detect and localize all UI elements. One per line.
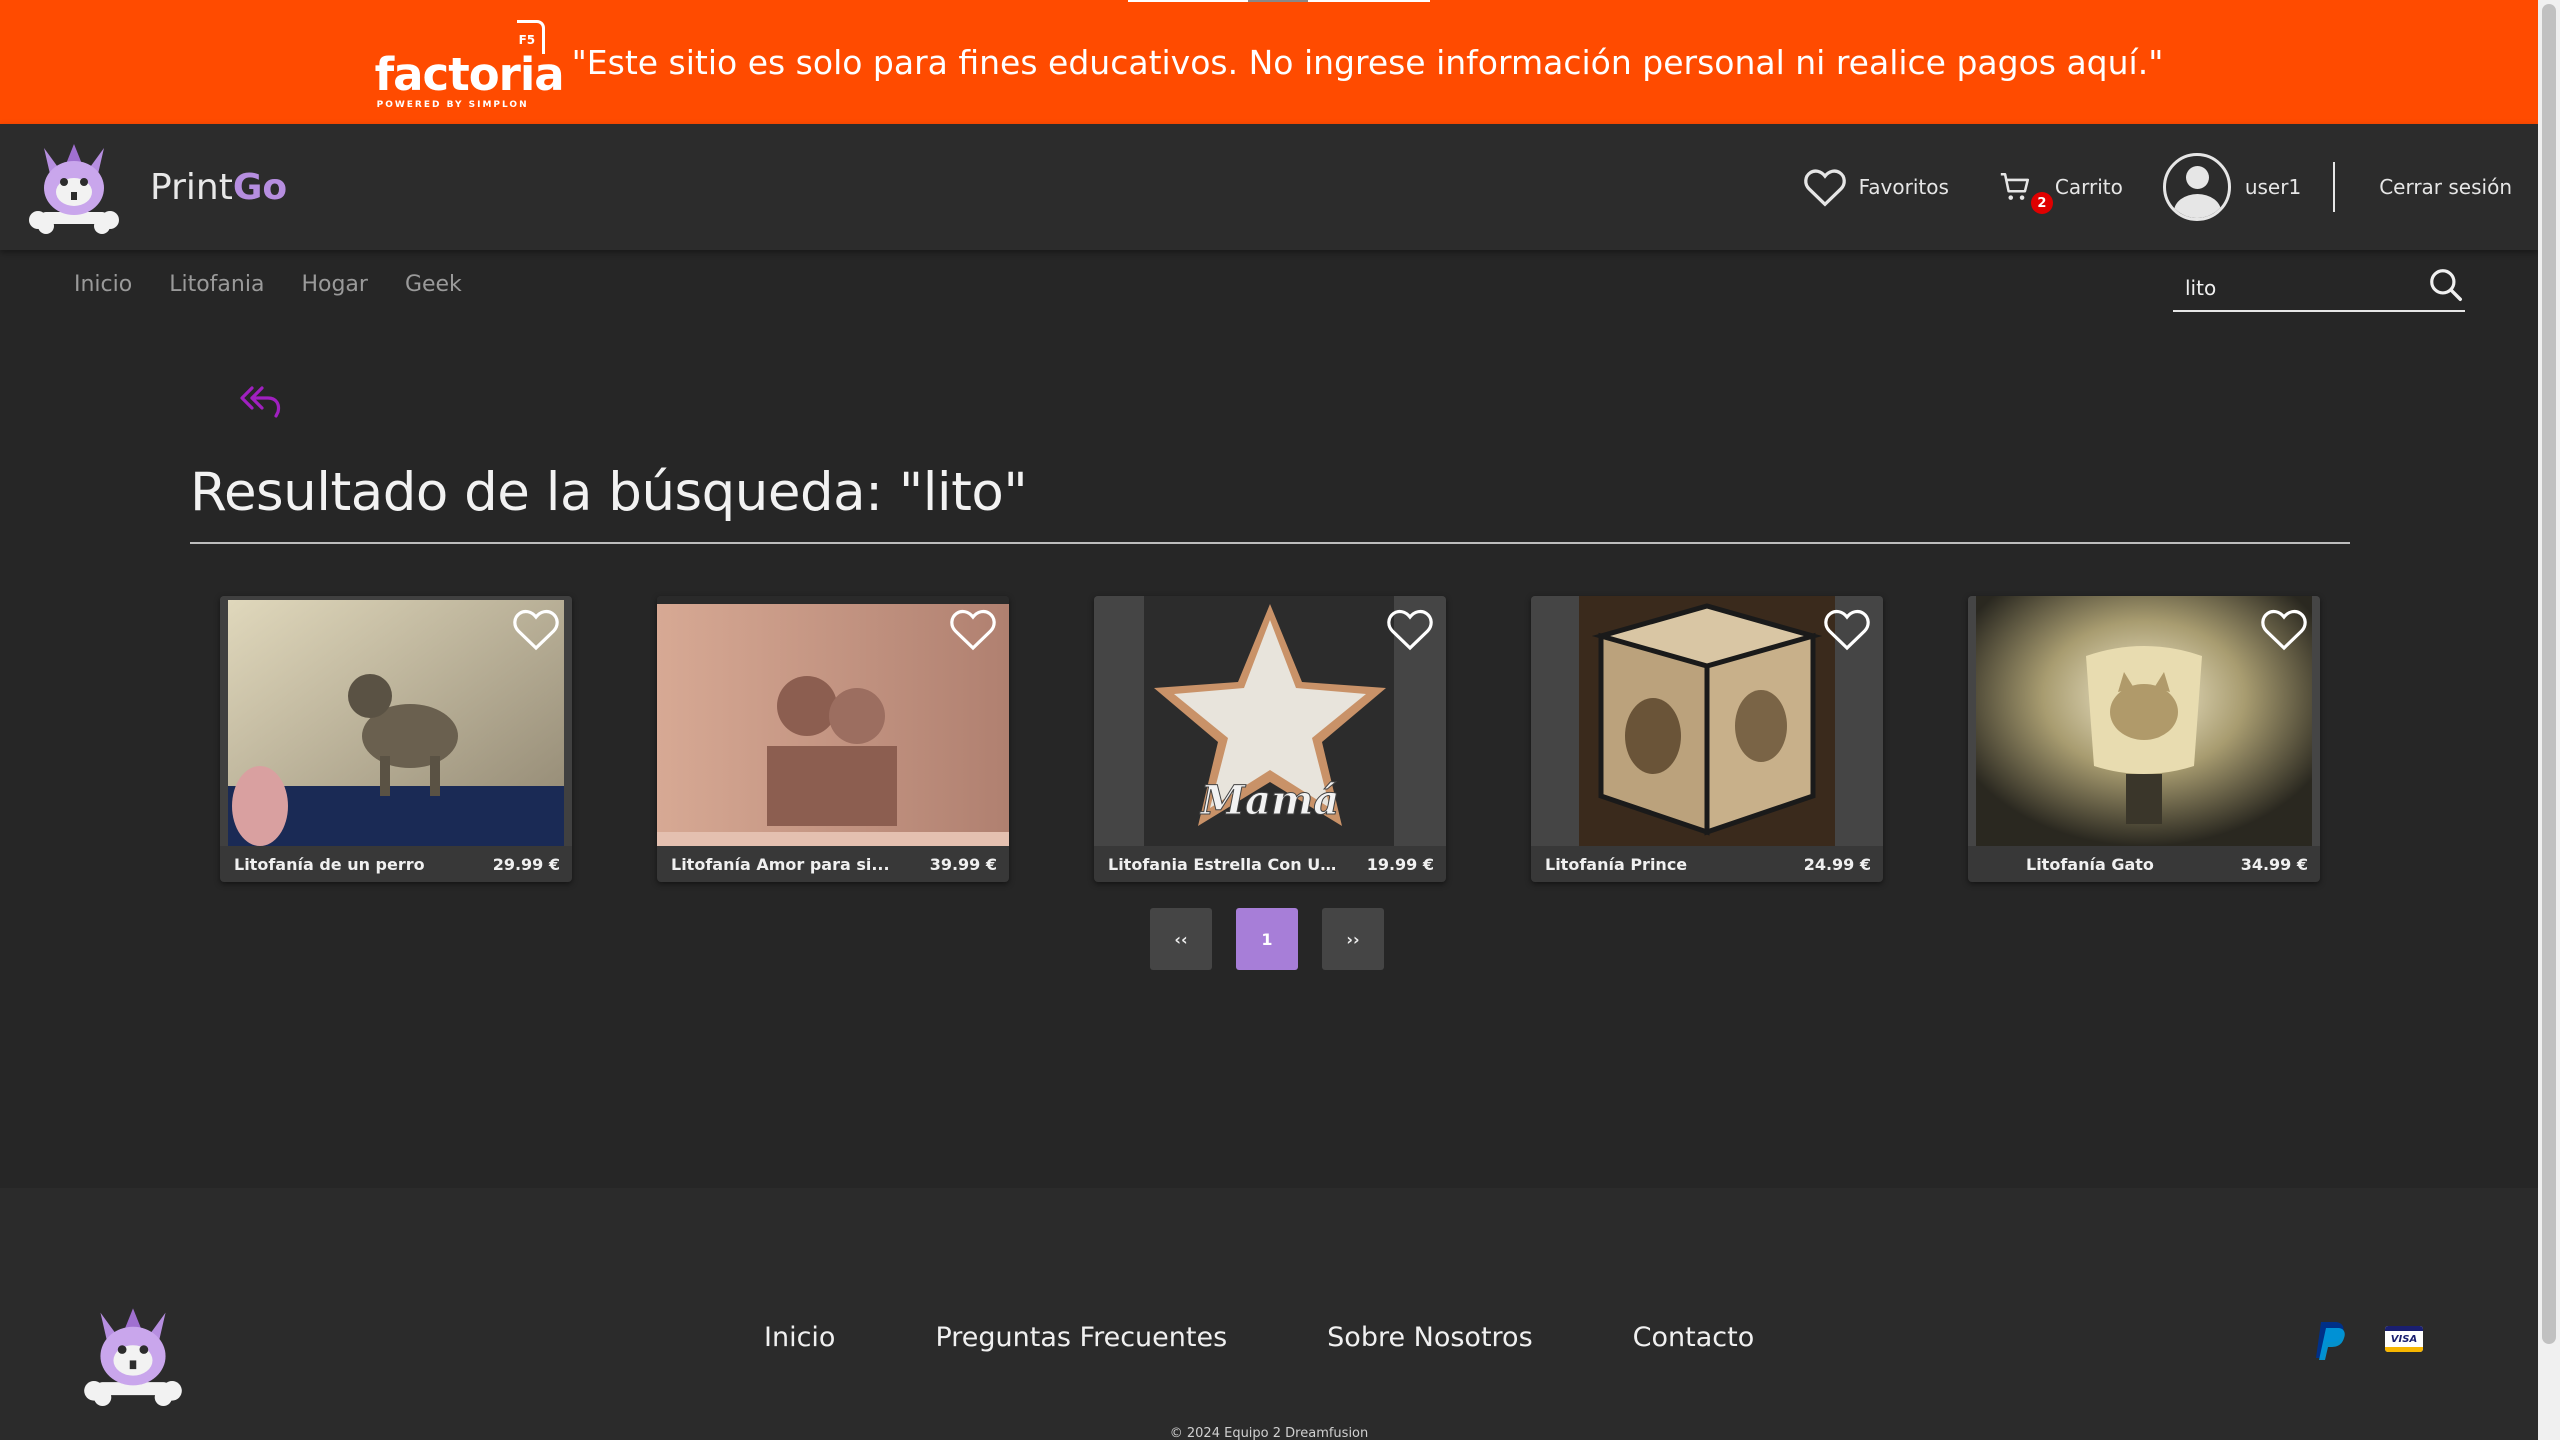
product-name: Litofanía Gato: [2026, 854, 2154, 874]
brand-mascot-logo: [29, 144, 119, 234]
footer-links: Inicio Preguntas Frecuentes Sobre Nosotr…: [764, 1322, 1754, 1353]
username: user1: [2244, 175, 2302, 199]
product-card[interactable]: Litofanía de un perro 29.99 €: [220, 596, 572, 882]
product-name: Litofanía Amor para si...: [671, 854, 890, 874]
footer-link-contact[interactable]: Contacto: [1633, 1322, 1755, 1353]
nav-links: Inicio Litofania Hogar Geek: [74, 272, 462, 297]
heart-icon: [1803, 169, 1846, 207]
brand-name-part1: Print: [150, 166, 233, 208]
site-header: PrintGo Favoritos 2 Carrito user1 Cerrar…: [0, 124, 2538, 250]
user-menu[interactable]: user1: [2162, 153, 2302, 221]
educational-banner: F5 factoria POWERED BY SIMPLON "Este sit…: [0, 0, 2538, 124]
header-divider: [2333, 162, 2336, 212]
header-actions: Favoritos 2 Carrito user1 Cerrar sesión: [1803, 153, 2512, 221]
vertical-scrollbar[interactable]: [2538, 0, 2560, 1440]
product-card[interactable]: Mamá Litofania Estrella Con U... 19.99 €: [1094, 596, 1446, 882]
page-1-button[interactable]: 1: [1236, 908, 1298, 970]
search-icon[interactable]: [2427, 266, 2465, 304]
brand-name: PrintGo: [150, 167, 287, 208]
banner-top-line: [1128, 0, 1430, 2]
nav-item-hogar[interactable]: Hogar: [301, 272, 368, 297]
product-price: 29.99 €: [492, 854, 560, 874]
product-card[interactable]: Litofanía Gato 34.99 €: [1968, 596, 2320, 882]
favorite-heart-icon[interactable]: [1823, 606, 1871, 652]
product-name: Litofania Estrella Con U...: [1108, 854, 1338, 874]
nav-item-inicio[interactable]: Inicio: [74, 272, 132, 297]
pagination: ‹‹ 1 ››: [1150, 908, 1384, 970]
footer-link-faq[interactable]: Preguntas Frecuentes: [935, 1322, 1227, 1353]
product-info: Litofanía de un perro 29.99 €: [220, 846, 572, 882]
product-info: Litofanía Prince 24.99 €: [1531, 846, 1883, 882]
product-name: Litofanía de un perro: [234, 854, 425, 874]
brand-name-part2: Go: [232, 166, 288, 208]
nav-item-litofania[interactable]: Litofania: [169, 272, 264, 297]
product-card[interactable]: Litofanía Amor para si... 39.99 €: [657, 596, 1009, 882]
search-box: [2173, 264, 2465, 312]
product-price: 34.99 €: [2240, 854, 2308, 874]
favorites-label: Favoritos: [1858, 175, 1949, 199]
factoria-wordmark: factoria: [374, 48, 565, 101]
page: F5 factoria POWERED BY SIMPLON "Este sit…: [0, 0, 2538, 1440]
favorite-heart-icon[interactable]: [1386, 606, 1434, 652]
factoria-logo: F5 factoria POWERED BY SIMPLON: [375, 16, 565, 110]
cart-link[interactable]: 2 Carrito: [1997, 170, 2123, 214]
factoria-powered-by: POWERED BY SIMPLON: [376, 100, 529, 110]
footer-link-inicio[interactable]: Inicio: [764, 1322, 835, 1353]
favorites-link[interactable]: Favoritos: [1803, 167, 1949, 207]
page-title: Resultado de la búsqueda: "lito": [190, 462, 1028, 523]
brand[interactable]: PrintGo: [26, 140, 287, 234]
visa-icon: VISA: [2385, 1326, 2423, 1352]
favorite-heart-icon[interactable]: [512, 606, 560, 652]
cart-icon: [2000, 172, 2029, 200]
next-page-button[interactable]: ››: [1322, 908, 1384, 970]
copyright: © 2024 Equipo 2 Dreamfusion: [1169, 1426, 1369, 1440]
avatar: [2162, 153, 2231, 221]
title-divider: [190, 542, 2350, 544]
product-info: Litofanía Gato 34.99 €: [1968, 846, 2320, 882]
banner-message: "Este sitio es solo para fines educativo…: [571, 42, 2164, 82]
product-info: Litofanía Amor para si... 39.99 €: [657, 846, 1009, 882]
svg-text:Mamá: Mamá: [1199, 777, 1339, 824]
favorite-heart-icon[interactable]: [2260, 606, 2308, 652]
footer-mascot-logo[interactable]: [78, 1304, 188, 1406]
visa-label: VISA: [2390, 1333, 2418, 1345]
paypal-icon: [2316, 1322, 2345, 1360]
product-name: Litofanía Prince: [1545, 854, 1688, 874]
cart-count-badge: 2: [2030, 192, 2053, 214]
scrollbar-thumb[interactable]: [2542, 4, 2556, 1344]
cart-label: Carrito: [2054, 175, 2123, 199]
product-price: 39.99 €: [929, 854, 997, 874]
product-card[interactable]: Litofanía Prince 24.99 €: [1531, 596, 1883, 882]
favorite-heart-icon[interactable]: [949, 606, 997, 652]
category-nav: Inicio Litofania Hogar Geek: [0, 250, 2538, 330]
logout-button[interactable]: Cerrar sesión: [2379, 175, 2512, 199]
back-arrow-icon[interactable]: [238, 382, 284, 422]
nav-item-geek[interactable]: Geek: [405, 272, 462, 297]
product-info: Litofania Estrella Con U... 19.99 €: [1094, 846, 1446, 882]
prev-page-button[interactable]: ‹‹: [1150, 908, 1212, 970]
search-input[interactable]: [2185, 276, 2415, 300]
product-price: 19.99 €: [1366, 854, 1434, 874]
site-footer: Inicio Preguntas Frecuentes Sobre Nosotr…: [0, 1188, 2538, 1440]
product-price: 24.99 €: [1803, 854, 1871, 874]
footer-link-about[interactable]: Sobre Nosotros: [1327, 1322, 1532, 1353]
